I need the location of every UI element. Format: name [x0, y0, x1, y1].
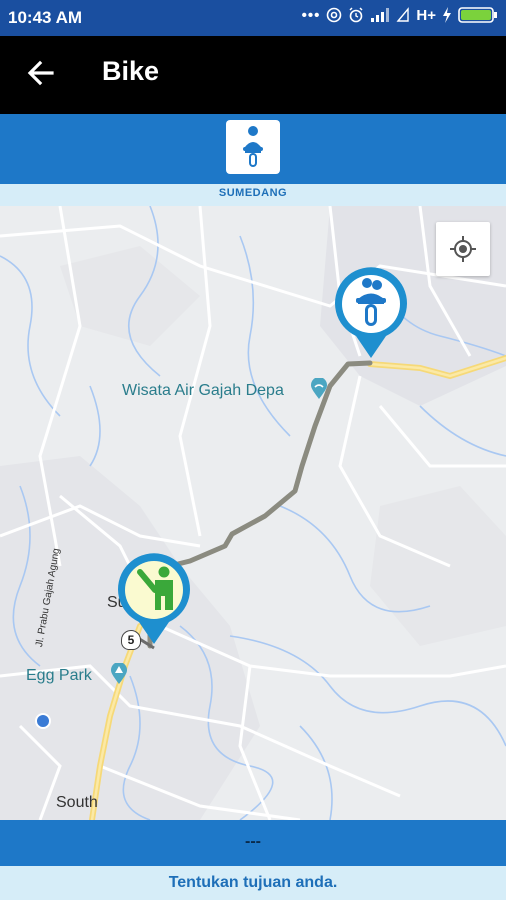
network-type: H+	[416, 6, 436, 24]
battery-icon	[458, 7, 497, 23]
poi-pin-icon	[311, 378, 327, 399]
bolt-icon	[443, 7, 451, 23]
destination-summary[interactable]: ---	[0, 820, 506, 866]
hailing-passenger-marker-icon[interactable]	[115, 552, 193, 646]
signal-icon	[371, 8, 390, 22]
dots-icon: •••	[301, 6, 321, 24]
page-title: Bike	[102, 56, 160, 86]
south-label: South	[56, 794, 98, 811]
motorbike-rider-icon	[243, 126, 263, 167]
at-icon	[327, 7, 342, 23]
egg-park-label: Egg Park	[26, 667, 92, 684]
app-toolbar: Bike	[0, 36, 506, 114]
arrow-left-icon[interactable]	[26, 58, 56, 88]
my-location-icon	[450, 236, 476, 262]
map-view[interactable]: 5 Wisata Air Gajah Depa Egg Park Jl. Pra…	[0, 206, 506, 820]
map-base	[0, 206, 506, 820]
current-city-label: SUMEDANG	[0, 184, 506, 206]
status-time: 10:43 AM	[8, 8, 83, 27]
signal-icon	[396, 7, 410, 22]
vehicle-selector	[0, 114, 506, 184]
alarm-icon	[349, 7, 363, 23]
park-pin-icon	[111, 663, 127, 684]
vehicle-option-bike[interactable]	[226, 120, 280, 174]
my-location-button[interactable]	[436, 222, 490, 276]
status-bar: 10:43 AM ••• H+	[0, 0, 506, 36]
bike-driver-marker-icon[interactable]	[332, 266, 410, 360]
status-icons: ••• H+	[302, 6, 498, 24]
poi-label: Wisata Air Gajah Depa	[122, 382, 284, 399]
destination-hint[interactable]: Tentukan tujuan anda.	[0, 866, 506, 900]
